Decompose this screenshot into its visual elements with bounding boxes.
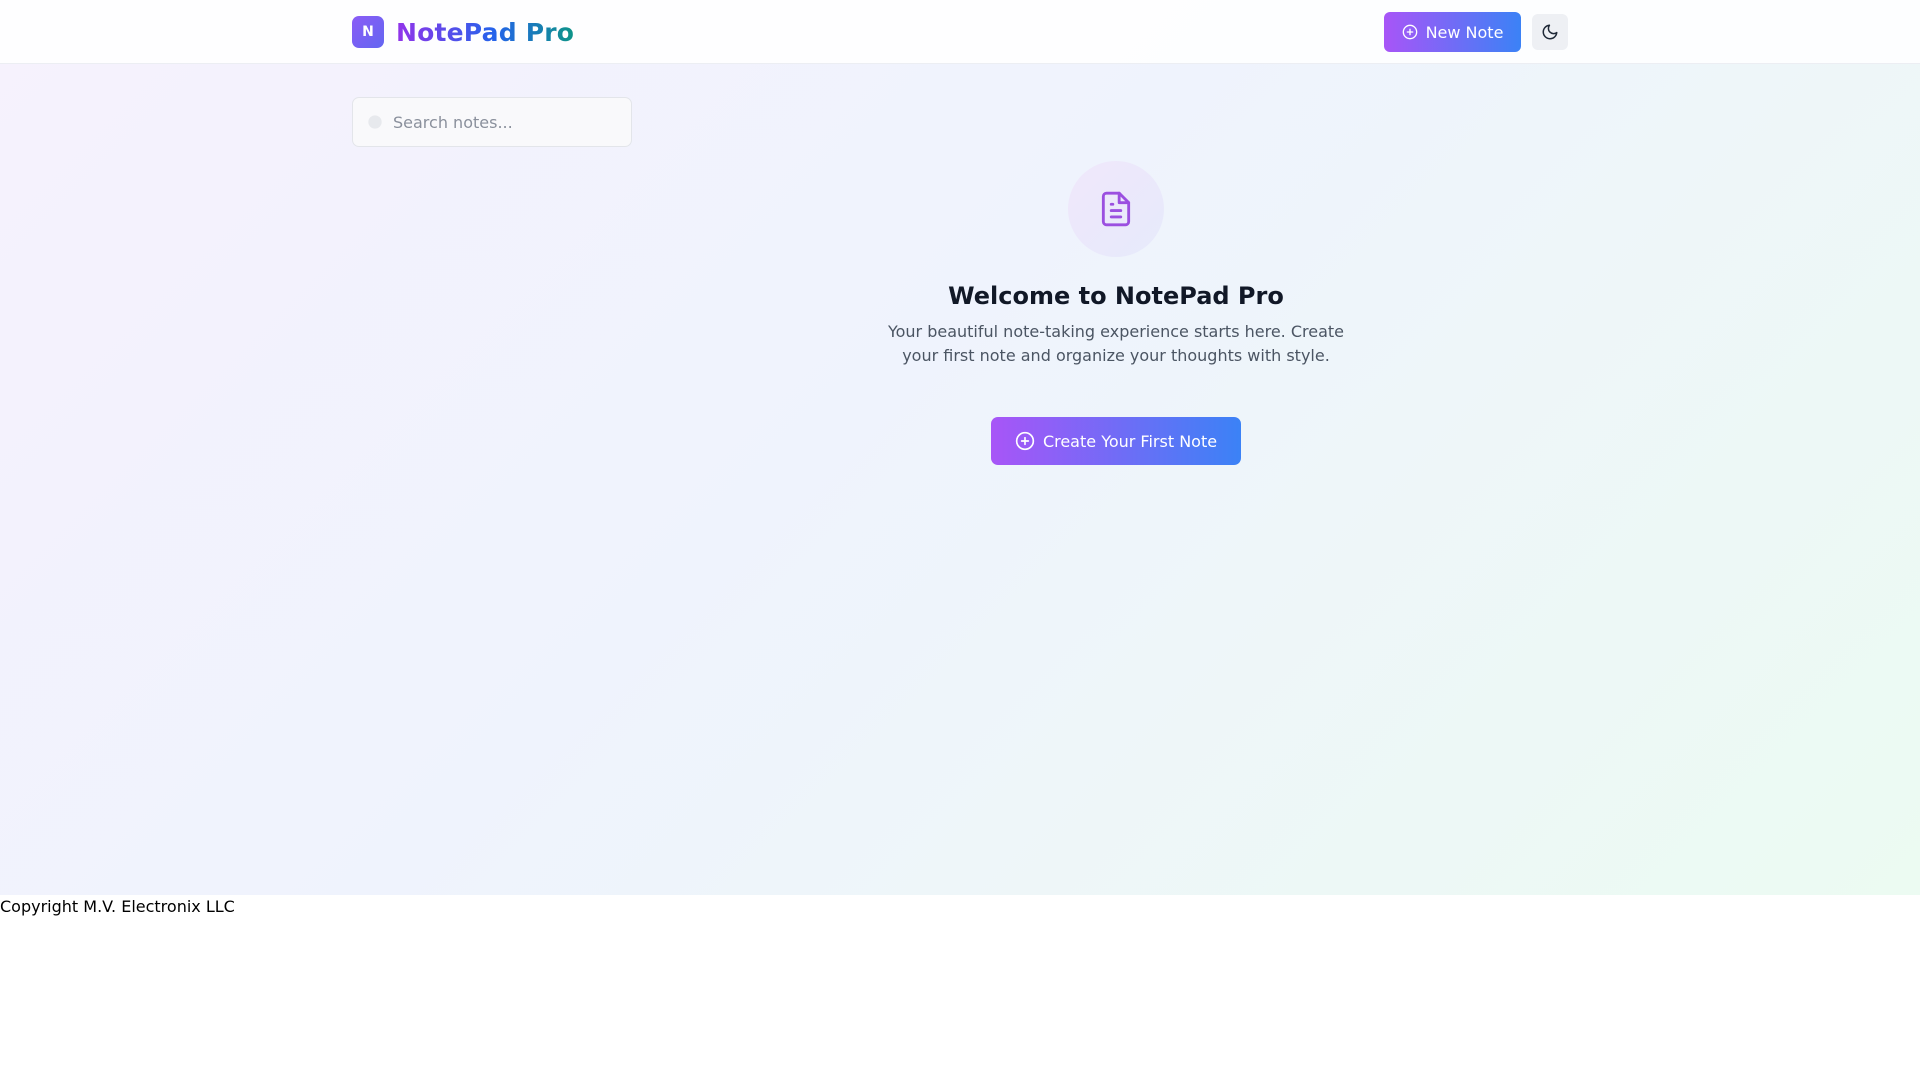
app-title: NotePad Pro bbox=[396, 17, 575, 47]
plus-circle-icon bbox=[1402, 24, 1418, 40]
empty-state-icon-circle bbox=[1068, 161, 1164, 257]
search-box bbox=[352, 97, 632, 147]
search-icon bbox=[365, 112, 385, 132]
new-note-button[interactable]: New Note bbox=[1384, 12, 1521, 52]
footer-copyright: Copyright M.V. Electronix LLC bbox=[0, 897, 235, 916]
search-input[interactable] bbox=[393, 98, 625, 146]
app-container: N NotePad Pro New Note Search notes... W… bbox=[0, 0, 1920, 895]
create-first-note-label: Create Your First Note bbox=[1042, 431, 1218, 451]
new-note-label: New Note bbox=[1425, 22, 1504, 42]
file-text-icon bbox=[1097, 190, 1135, 228]
welcome-title: Welcome to NotePad Pro bbox=[948, 282, 1284, 310]
welcome-description: Your beautiful note-taking experience st… bbox=[887, 322, 1345, 365]
theme-toggle-button[interactable] bbox=[1532, 14, 1568, 50]
top-header: N NotePad Pro New Note bbox=[0, 0, 1920, 64]
plus-circle-icon bbox=[1015, 431, 1035, 451]
brand[interactable]: N NotePad Pro bbox=[352, 16, 574, 48]
create-first-note-button[interactable]: Create Your First Note bbox=[991, 417, 1241, 465]
brand-logo: N bbox=[352, 16, 384, 48]
moon-icon bbox=[1541, 23, 1559, 41]
